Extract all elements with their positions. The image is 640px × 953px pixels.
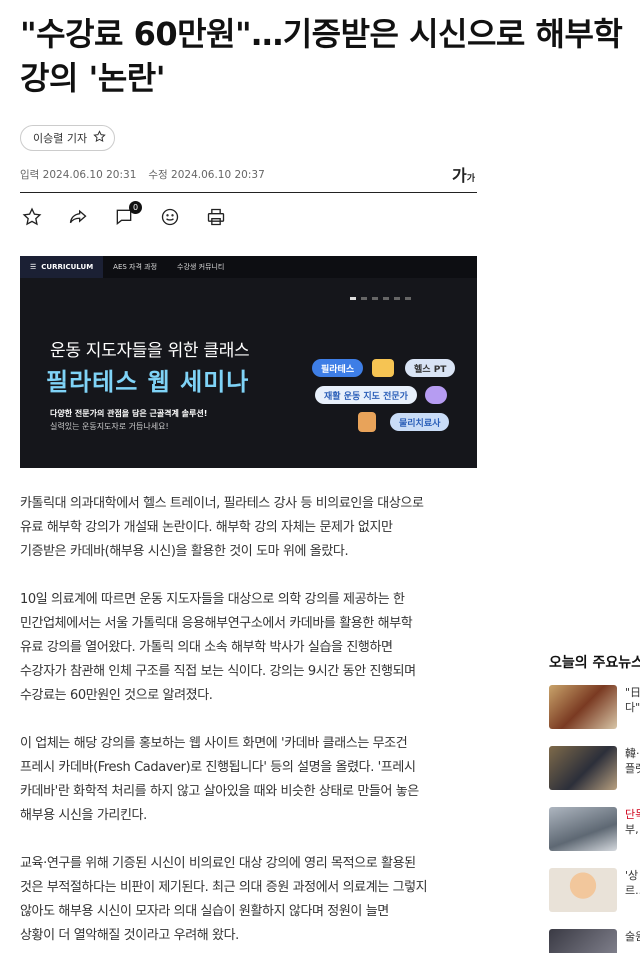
paragraph: 교육·연구를 위해 기증된 시신이 비의료인 대상 강의에 영리 목적으로 활용… xyxy=(20,856,428,943)
bookmark-star-icon[interactable] xyxy=(20,205,44,229)
print-icon[interactable] xyxy=(204,205,228,229)
news-thumbnail xyxy=(549,929,617,953)
news-thumbnail xyxy=(549,868,617,912)
menu-icon: ☰ xyxy=(30,263,37,271)
banner-nav-current: ☰ CURRICULUM xyxy=(20,256,104,278)
article-toolbar: 0 xyxy=(20,201,228,229)
sidebar-news-item[interactable]: '상르... xyxy=(549,868,640,912)
comment-icon[interactable]: 0 xyxy=(112,201,142,229)
news-thumbnail xyxy=(549,807,617,851)
font-size-label: 가 xyxy=(452,166,467,185)
banner-pill: 물리치료사 xyxy=(390,413,450,431)
sidebar-news-item[interactable]: 韓·플랫 xyxy=(549,746,640,790)
slider-dots xyxy=(350,297,411,300)
share-icon[interactable] xyxy=(66,205,90,229)
paragraph: 이 업체는 해당 강의를 홍보하는 웹 사이트 화면에 '카데바 클래스는 무조… xyxy=(20,736,419,823)
font-size-button[interactable]: 가가 xyxy=(452,162,475,186)
article-image-banner: ☰ CURRICULUM AES 자격 과정 수강생 커뮤니티 운동 지도자들을… xyxy=(20,256,477,468)
modified-date: 수정 2024.06.10 20:37 xyxy=(148,169,265,181)
sidebar-title: 오늘의 주요뉴스 xyxy=(549,655,640,671)
banner-big-title: 필라테스 웹 세미나 xyxy=(46,368,250,396)
banner-pill: 재활 운동 지도 전문가 xyxy=(315,386,417,404)
news-thumbnail xyxy=(549,685,617,729)
emoji-icon[interactable] xyxy=(158,205,182,229)
banner-nav: ☰ CURRICULUM AES 자격 과정 수강생 커뮤니티 xyxy=(20,256,477,278)
article-headline: "수강료 60만원"…기증받은 시신으로 해부학 강의 '논란' xyxy=(20,15,623,97)
banner-pill: 필라테스 xyxy=(312,359,364,377)
reporter-badge[interactable]: 이승렬 기자 xyxy=(20,125,116,151)
banner-subtitle-2: 실력있는 운동지도자로 거듭나세요! xyxy=(50,422,169,431)
banner-nav-tab: AES 자격 과정 xyxy=(113,263,158,271)
books-icon xyxy=(358,412,376,432)
reporter-name: 이승렬 기자 xyxy=(33,132,88,145)
subscribe-star-icon[interactable] xyxy=(93,130,106,146)
sidebar-news-item[interactable]: 단독부, 사 xyxy=(549,807,640,851)
article-body: 카톨릭대 의과대학에서 헬스 트레이너, 필라테스 강사 등 비의료인을 대상으… xyxy=(20,492,480,953)
chat-bubble-icon xyxy=(425,386,447,404)
paragraph: 카톨릭대 의과대학에서 헬스 트레이너, 필라테스 강사 등 비의료인을 대상으… xyxy=(20,496,424,559)
divider xyxy=(20,192,477,193)
banner-subtitle-1: 다양한 전문가의 관점을 담은 근골격계 솔루션! xyxy=(50,409,208,418)
comment-count-badge: 0 xyxy=(129,201,142,214)
font-size-small-label: 가 xyxy=(466,174,476,184)
published-date: 입력 2024.06.10 20:31 xyxy=(20,169,137,181)
news-thumbnail xyxy=(549,746,617,790)
sidebar-news-item[interactable]: "日 다" xyxy=(549,685,640,729)
banner-pill: 헬스 PT xyxy=(405,359,456,377)
banner-title: 운동 지도자들을 위한 클래스 xyxy=(50,341,250,361)
sidebar-news-item[interactable]: 술원 xyxy=(549,929,640,953)
banner-nav-tab: 수강생 커뮤니티 xyxy=(177,263,225,271)
play-icon xyxy=(372,359,394,377)
paragraph: 10일 의료계에 따르면 운동 지도자들을 대상으로 의학 강의를 제공하는 한… xyxy=(20,592,416,703)
banner-nav-current-label: CURRICULUM xyxy=(41,263,94,271)
